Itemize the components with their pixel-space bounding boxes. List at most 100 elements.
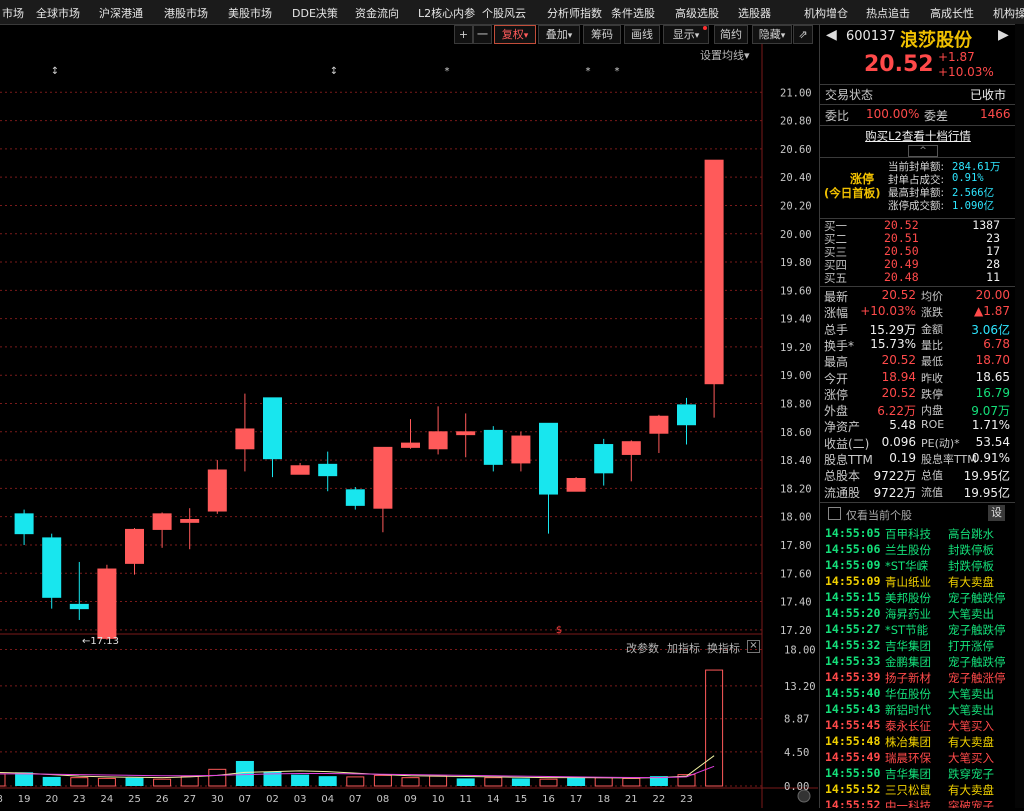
toolbar-button-5[interactable]: 简约 — [714, 25, 748, 44]
ticker-row[interactable]: 14:55:20 海昇药业 大笔卖出 — [825, 606, 1015, 622]
ticker-settings-button[interactable]: 设 — [988, 505, 1005, 521]
add-indicator-button[interactable]: 加指标 — [667, 640, 700, 656]
ticker-row[interactable]: 14:55:27 *ST节能 宠子触跌停 — [825, 622, 1015, 638]
menu-item-10[interactable]: 条件选股 — [611, 5, 655, 21]
volume-bar[interactable] — [0, 773, 6, 787]
event-marker[interactable]: * — [615, 66, 620, 77]
candle-body[interactable] — [318, 463, 338, 477]
candle-body[interactable] — [290, 465, 310, 475]
candle-body[interactable] — [456, 431, 476, 436]
volume-bar[interactable] — [318, 776, 337, 786]
only-current-checkbox[interactable] — [828, 507, 841, 520]
ticker-row[interactable]: 14:55:05 百甲科技 高台跳水 — [825, 526, 1015, 542]
event-marker[interactable]: * — [445, 66, 450, 77]
collapse-panel-button[interactable]: ⇗ — [793, 25, 813, 44]
volume-bar[interactable] — [456, 778, 475, 786]
zoom-in-button[interactable]: + — [454, 25, 473, 44]
ticker-row[interactable]: 14:55:52 中一科技 突破宠子 — [825, 798, 1015, 808]
volume-bar[interactable] — [180, 775, 199, 787]
bid-row[interactable]: 买一 20.52 1387 — [820, 218, 1016, 233]
volume-bar[interactable] — [567, 776, 586, 786]
candle-body[interactable] — [152, 513, 172, 530]
volume-bar[interactable] — [622, 777, 641, 787]
toolbar-button-3[interactable]: 画线 — [624, 25, 660, 44]
candle-body[interactable] — [235, 428, 255, 450]
sub-params-button[interactable]: 改参数 — [626, 640, 659, 656]
menu-item-14[interactable]: 热点追击 — [866, 5, 910, 21]
menu-item-13[interactable]: 机构增仓 — [804, 5, 848, 21]
menu-item-0[interactable]: 市场 — [2, 5, 24, 21]
candle-body[interactable] — [345, 489, 365, 506]
menu-item-5[interactable]: DDE决策 — [292, 5, 338, 21]
dividend-marker[interactable]: $ — [556, 625, 562, 636]
volume-bar[interactable] — [484, 777, 503, 787]
candle-body[interactable] — [704, 159, 724, 385]
menu-item-2[interactable]: 沪深港通 — [99, 5, 143, 21]
menu-item-3[interactable]: 港股市场 — [164, 5, 208, 21]
volume-bar[interactable] — [429, 775, 448, 787]
buy-l2-link[interactable]: 购买L2查看十档行情 — [820, 128, 1016, 144]
menu-item-4[interactable]: 美股市场 — [228, 5, 272, 21]
prev-stock-arrow[interactable]: ◀ — [826, 27, 837, 43]
candle-body[interactable] — [649, 415, 669, 434]
candle-body[interactable] — [373, 446, 393, 509]
candle-body[interactable] — [14, 513, 34, 535]
volume-bar[interactable] — [594, 777, 613, 787]
bid-row[interactable]: 买二 20.51 23 — [820, 231, 1016, 246]
ticker-row[interactable]: 14:55:09 *ST华嵘 封跌停板 — [825, 558, 1015, 574]
ticker-row[interactable]: 14:55:48 株冶集团 有大卖盘 — [825, 734, 1015, 750]
candlestick-chart[interactable]: 21.00 20.80 20.60 20.40 20.20 20.00 19.80 19.60… — [0, 44, 818, 808]
toolbar-button-4[interactable]: 显示▾ — [663, 25, 709, 44]
candle-body[interactable] — [263, 397, 282, 460]
candle-body[interactable] — [594, 444, 614, 474]
candle-body[interactable] — [69, 603, 89, 610]
candle-body[interactable] — [483, 429, 503, 465]
volume-bar[interactable] — [153, 778, 172, 787]
ticker-row[interactable]: 14:55:15 美邦股份 宠子触跌停 — [825, 590, 1015, 606]
toolbar-button-2[interactable]: 筹码 — [583, 25, 621, 44]
menu-item-7[interactable]: L2核心内参 — [418, 5, 475, 21]
ticker-row[interactable]: 14:55:39 扬子新材 宠子触涨停 — [825, 670, 1015, 686]
collapse-caret[interactable]: ^ — [908, 145, 938, 157]
event-marker[interactable]: * — [586, 66, 591, 77]
candle-body[interactable] — [511, 435, 531, 464]
candle-body[interactable] — [42, 537, 62, 598]
event-marker[interactable]: ↕ — [330, 66, 338, 77]
volume-bar[interactable] — [401, 777, 420, 787]
candle-body[interactable] — [401, 442, 420, 448]
volume-bar[interactable] — [97, 777, 116, 787]
ticker-row[interactable]: 14:55:49 瑞晨环保 大笔买入 — [825, 750, 1015, 766]
menu-item-9[interactable]: 分析师指数 — [547, 5, 602, 21]
ticker-row[interactable]: 14:55:50 吉华集团 跌穿宠子 — [825, 766, 1015, 782]
close-subchart-button[interactable]: × — [747, 640, 760, 653]
ticker-row[interactable]: 14:55:40 华伍股份 大笔卖出 — [825, 686, 1015, 702]
ticker-row[interactable]: 14:55:33 金鹏集团 宠子触跌停 — [825, 654, 1015, 670]
toolbar-button-0[interactable]: 复权▾ — [494, 25, 536, 44]
candle-body[interactable] — [125, 528, 144, 564]
ticker-row[interactable]: 14:55:43 新铝时代 大笔卖出 — [825, 702, 1015, 718]
ticker-row[interactable]: 14:55:06 兰生股份 封跌停板 — [825, 542, 1015, 558]
bid-row[interactable]: 买四 20.49 28 — [820, 257, 1016, 272]
candle-body[interactable] — [97, 568, 117, 639]
volume-bar[interactable] — [539, 778, 558, 787]
volume-bar[interactable] — [125, 777, 144, 786]
bid-row[interactable]: 买三 20.50 17 — [820, 244, 1016, 259]
scroll-button[interactable] — [797, 789, 811, 803]
candle-body[interactable] — [566, 477, 586, 492]
candle-body[interactable] — [677, 404, 696, 426]
menu-item-8[interactable]: 个股风云 — [482, 5, 526, 21]
volume-bar[interactable] — [208, 768, 227, 787]
ticker-row[interactable]: 14:55:45 泰永长征 大笔买入 — [825, 718, 1015, 734]
zoom-out-button[interactable]: 一 — [473, 25, 492, 44]
volume-bar[interactable] — [70, 777, 89, 787]
toolbar-button-6[interactable]: 隐藏▾ — [752, 25, 792, 44]
ma-settings-button[interactable]: 设置均线▾ — [700, 47, 750, 63]
menu-item-11[interactable]: 高级选股 — [675, 5, 719, 21]
volume-bar[interactable] — [511, 778, 530, 786]
candle-body[interactable] — [539, 422, 558, 495]
ticker-row[interactable]: 14:55:52 三只松鼠 有大卖盘 — [825, 782, 1015, 798]
bid-row[interactable]: 买五 20.48 11 — [820, 270, 1016, 285]
menu-item-12[interactable]: 选股器 — [738, 5, 771, 21]
ticker-row[interactable]: 14:55:32 吉华集团 打开涨停 — [825, 638, 1015, 654]
switch-indicator-button[interactable]: 换指标 — [707, 640, 740, 656]
